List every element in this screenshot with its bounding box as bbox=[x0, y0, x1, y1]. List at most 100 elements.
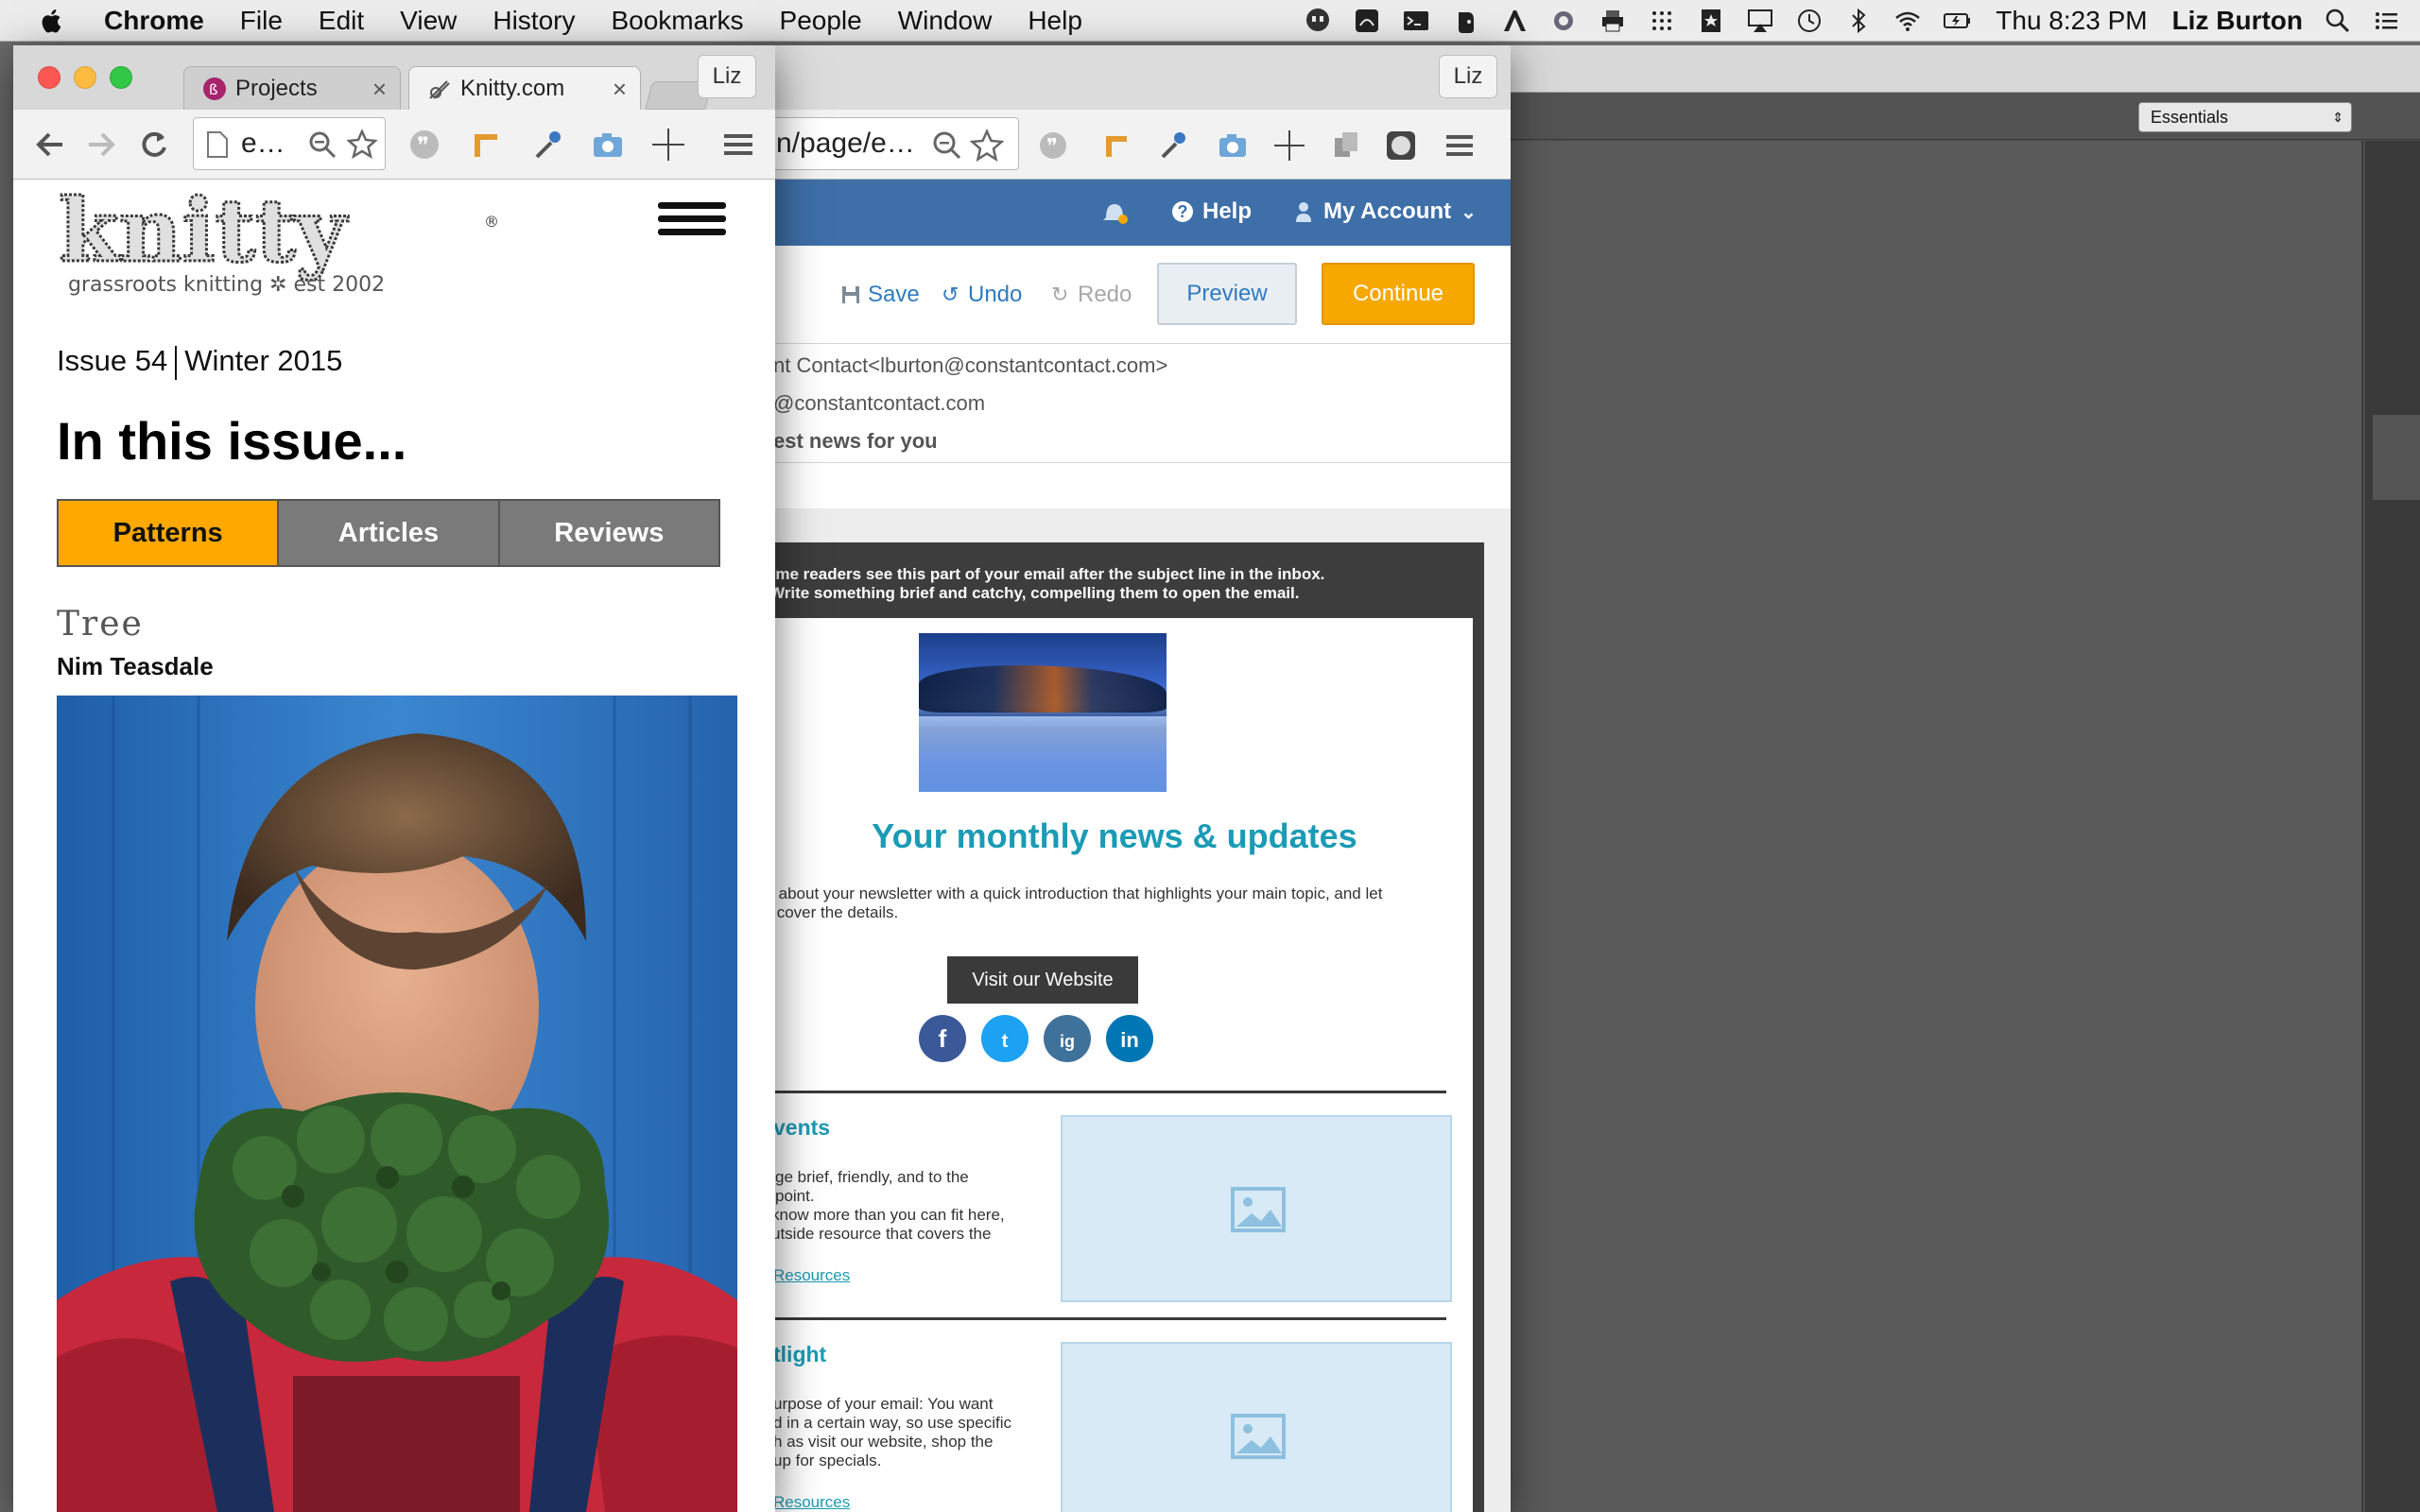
dots-grid-icon[interactable] bbox=[1648, 7, 1676, 35]
ruler-extension-icon[interactable] bbox=[469, 127, 505, 163]
save-button[interactable]: Save bbox=[841, 282, 920, 308]
close-tab-icon[interactable]: × bbox=[613, 75, 627, 104]
preview-button[interactable]: Preview bbox=[1157, 263, 1297, 325]
wifi-icon[interactable] bbox=[1893, 7, 1922, 35]
menu-view[interactable]: View bbox=[400, 6, 457, 36]
close-window-button[interactable] bbox=[38, 66, 60, 89]
zoom-window-button[interactable] bbox=[110, 66, 132, 89]
undo-label: Undo bbox=[968, 282, 1023, 307]
email-intro[interactable]: ed about your newsletter with a quick in… bbox=[756, 885, 1418, 922]
bookmark-star-icon[interactable] bbox=[347, 129, 377, 160]
camera-icon[interactable] bbox=[1216, 129, 1250, 163]
knitty-browser-window: ß Projects × Knitty.com × Liz e… ❞ knitt… bbox=[13, 45, 775, 1512]
hero-image[interactable] bbox=[919, 633, 1167, 792]
minimize-window-button[interactable] bbox=[74, 66, 96, 89]
sync-icon[interactable] bbox=[1549, 7, 1578, 35]
crosshair-icon[interactable] bbox=[1272, 129, 1306, 163]
chrome-menu-icon[interactable] bbox=[1443, 129, 1477, 163]
image-placeholder[interactable] bbox=[1061, 1115, 1452, 1302]
quote-extension-icon[interactable]: ❞ bbox=[1036, 129, 1070, 163]
eyedropper-icon[interactable] bbox=[529, 127, 565, 163]
workspace-select[interactable]: Essentials ⇕ bbox=[2138, 102, 2352, 132]
resources-link[interactable]: Resources bbox=[773, 1266, 850, 1285]
tab-projects[interactable]: ß Projects × bbox=[183, 66, 401, 110]
user-name[interactable]: Liz Burton bbox=[2172, 6, 2303, 36]
linkedin-icon[interactable]: in bbox=[1106, 1015, 1153, 1062]
from-address[interactable]: nt Contact<lburton@constantcontact.com> bbox=[773, 353, 1167, 378]
knitty-logo[interactable]: knitty knitty ® grassroots knitting ✲ es… bbox=[59, 187, 503, 301]
tab-patterns[interactable]: Patterns bbox=[59, 501, 280, 565]
pattern-photo[interactable] bbox=[57, 696, 737, 1512]
menu-history[interactable]: History bbox=[493, 6, 575, 36]
copy-pages-icon[interactable] bbox=[1329, 129, 1363, 163]
redo-button[interactable]: ↻ Redo bbox=[1051, 282, 1132, 308]
continue-button[interactable]: Continue bbox=[1322, 263, 1475, 325]
bg-app-scrollbar[interactable] bbox=[2373, 415, 2420, 500]
extension-dark-icon[interactable] bbox=[1384, 129, 1418, 163]
instagram-icon[interactable]: ig bbox=[1044, 1015, 1091, 1062]
magnify-icon[interactable] bbox=[930, 129, 964, 163]
win1-profile-button[interactable]: Liz bbox=[698, 55, 756, 98]
bookmark-star-icon[interactable] bbox=[1697, 7, 1725, 35]
battery-icon[interactable] bbox=[1943, 7, 1971, 35]
menu-file[interactable]: File bbox=[240, 6, 283, 36]
menu-edit[interactable]: Edit bbox=[319, 6, 364, 36]
close-tab-icon[interactable]: × bbox=[372, 75, 387, 104]
time-machine-icon[interactable] bbox=[1795, 7, 1824, 35]
adobe-icon[interactable] bbox=[1500, 7, 1529, 35]
reload-icon[interactable] bbox=[136, 127, 172, 163]
menu-window[interactable]: Window bbox=[898, 6, 993, 36]
forward-arrow-icon[interactable] bbox=[83, 127, 119, 163]
printer-icon[interactable] bbox=[1599, 7, 1627, 35]
tab-reviews[interactable]: Reviews bbox=[499, 501, 718, 565]
twitter-glyph: t bbox=[1001, 1031, 1009, 1052]
image-placeholder[interactable] bbox=[1061, 1342, 1452, 1512]
subject-line[interactable]: est news for you bbox=[773, 429, 938, 454]
editor-action-bar: Save ↺ Undo ↻ Redo Preview Continue bbox=[756, 246, 1511, 344]
menu-app-name[interactable]: Chrome bbox=[104, 6, 204, 36]
hangouts-icon[interactable] bbox=[1304, 7, 1332, 35]
airplay-icon[interactable] bbox=[1746, 7, 1774, 35]
bose-icon[interactable] bbox=[1353, 7, 1381, 35]
email-title[interactable]: Your monthly news & updates bbox=[756, 816, 1473, 856]
tab-articles[interactable]: Articles bbox=[279, 501, 500, 565]
preheader-text[interactable]: ome readers see this part of your email … bbox=[766, 565, 1333, 603]
question-icon: ? bbox=[1172, 201, 1193, 222]
hamburger-menu-icon[interactable] bbox=[658, 200, 728, 238]
menu-bookmarks[interactable]: Bookmarks bbox=[611, 6, 743, 36]
spotlight-search-icon[interactable] bbox=[2324, 7, 2352, 35]
win1-address-bar[interactable]: e… bbox=[193, 117, 386, 170]
menu-help[interactable]: Help bbox=[1028, 6, 1082, 36]
eyedropper-icon[interactable] bbox=[1155, 129, 1189, 163]
menu-people[interactable]: People bbox=[780, 6, 862, 36]
terminal-icon[interactable] bbox=[1402, 7, 1430, 35]
twitter-icon[interactable]: t bbox=[981, 1015, 1028, 1062]
undo-button[interactable]: ↺ Undo bbox=[942, 282, 1022, 308]
chrome-menu-icon[interactable] bbox=[720, 127, 756, 163]
quote-extension-icon[interactable]: ❞ bbox=[406, 127, 442, 163]
pattern-title[interactable]: Tree bbox=[57, 605, 144, 644]
resources-link[interactable]: Resources bbox=[773, 1493, 850, 1512]
content-block-spotlight[interactable]: tlight urpose of your email: You want d … bbox=[756, 1327, 1473, 1512]
magnify-icon[interactable] bbox=[307, 129, 337, 160]
win2-profile-button[interactable]: Liz bbox=[1439, 55, 1497, 98]
reply-address[interactable]: @constantcontact.com bbox=[773, 391, 985, 416]
tab-knitty[interactable]: Knitty.com × bbox=[408, 66, 641, 110]
menu-bar: Chrome File Edit View History Bookmarks … bbox=[0, 0, 2420, 42]
help-link[interactable]: ? Help bbox=[1172, 198, 1252, 225]
visit-website-button[interactable]: Visit our Website bbox=[947, 956, 1138, 1004]
bluetooth-icon[interactable] bbox=[1844, 7, 1873, 35]
clock[interactable]: Thu 8:23 PM bbox=[1996, 6, 2147, 36]
back-arrow-icon[interactable] bbox=[32, 127, 68, 163]
my-account-menu[interactable]: My Account ⌄ bbox=[1295, 198, 1477, 225]
content-block-events[interactable]: vents ge brief, friendly, and to the poi… bbox=[756, 1100, 1473, 1306]
apple-menu-icon[interactable] bbox=[38, 6, 66, 36]
facebook-icon[interactable]: f bbox=[919, 1015, 966, 1062]
notification-center-icon[interactable] bbox=[2373, 7, 2401, 35]
ruler-extension-icon[interactable] bbox=[1100, 129, 1134, 163]
crosshair-icon[interactable] bbox=[650, 127, 686, 163]
evernote-icon[interactable] bbox=[1451, 7, 1479, 35]
notification-bell-icon[interactable] bbox=[1098, 198, 1131, 227]
bookmark-star-icon[interactable] bbox=[970, 129, 1004, 163]
camera-icon[interactable] bbox=[590, 127, 626, 163]
